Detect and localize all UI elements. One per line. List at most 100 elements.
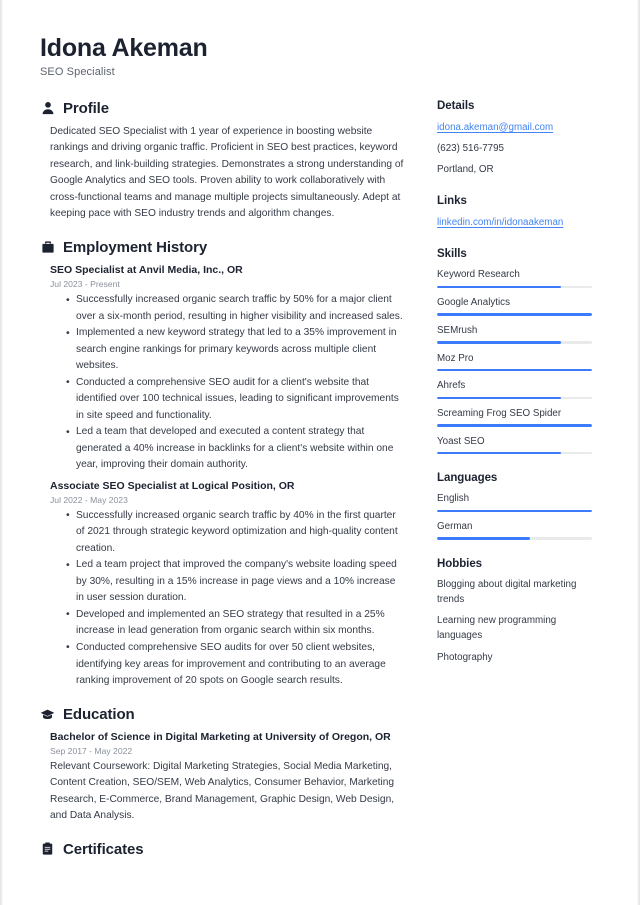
- skill-item: Keyword Research: [437, 268, 592, 289]
- language-meter-fill: [437, 509, 592, 513]
- resume-header: Idona Akeman SEO Specialist: [40, 34, 600, 78]
- skill-label: Yoast SEO: [437, 435, 485, 447]
- section-title-education: Education: [63, 705, 135, 723]
- language-label: German: [437, 521, 473, 533]
- profile-text: Dedicated SEO Specialist with 1 year of …: [50, 125, 404, 220]
- skill-meter-fill: [437, 313, 592, 316]
- section-profile: Profile Dedicated SEO Specialist with 1 …: [40, 100, 405, 223]
- skill-label: Moz Pro: [437, 352, 474, 364]
- skill-meter-track: [437, 341, 592, 344]
- language-meter-fill: [437, 537, 530, 540]
- section-body-education: Bachelor of Science in Digital Marketing…: [40, 730, 405, 825]
- sidebar-title-links: Links: [437, 195, 467, 208]
- skill-meter-fill: [437, 424, 592, 427]
- skill-label: SEMrush: [437, 324, 478, 336]
- section-title-profile: Profile: [63, 99, 109, 117]
- skill-meter-fill: [437, 368, 592, 372]
- skill-label: Screaming Frog SEO Spider: [437, 408, 562, 420]
- briefcase-icon: [40, 240, 55, 255]
- sidebar-title-hobbies: Hobbies: [437, 557, 483, 570]
- section-header-profile: Profile: [40, 100, 405, 117]
- section-certificates: Certificates: [40, 841, 405, 858]
- hobby-item: Blogging about digital marketing trends: [437, 578, 577, 605]
- skill-label: Ahrefs: [437, 380, 466, 392]
- skill-meter-fill: [437, 285, 561, 289]
- skill-meter-track: [437, 313, 592, 316]
- skill-item: Moz Pro: [437, 352, 592, 372]
- graduation-cap-icon: [40, 707, 55, 722]
- skill-item: Google Analytics: [437, 296, 592, 316]
- email-link[interactable]: idona.akeman@gmail.com: [437, 120, 592, 135]
- list-item: Led a team that developed and executed a…: [66, 424, 405, 474]
- skill-label: Google Analytics: [437, 297, 510, 309]
- section-employment-history: Employment History SEO Specialist at Anv…: [40, 239, 405, 690]
- sidebar-block-links: Links linkedin.com/in/idonaakeman: [437, 195, 592, 230]
- list-item: Successfully increased organic search tr…: [66, 292, 405, 325]
- section-body-employment: SEO Specialist at Anvil Media, Inc., OR …: [40, 263, 405, 690]
- skill-item: Screaming Frog SEO Spider: [437, 407, 592, 427]
- employment-entry: SEO Specialist at Anvil Media, Inc., OR …: [50, 263, 405, 474]
- section-header-certificates: Certificates: [40, 841, 405, 858]
- hobby-item: Photography: [437, 651, 493, 663]
- language-item: German: [437, 520, 592, 540]
- skill-item: Ahrefs: [437, 379, 592, 400]
- main-column: Profile Dedicated SEO Specialist with 1 …: [40, 100, 405, 874]
- section-title-certificates: Certificates: [63, 840, 144, 858]
- phone-number: (623) 516-7795: [437, 142, 504, 154]
- candidate-job-title: SEO Specialist: [40, 65, 115, 78]
- skill-meter-track: [437, 396, 592, 400]
- sidebar-block-languages: Languages English German: [437, 472, 592, 540]
- employment-entry-bullets: Successfully increased organic search tr…: [50, 507, 405, 690]
- list-item: Developed and implemented an SEO strateg…: [66, 606, 405, 640]
- sidebar-block-details: Details idona.akeman@gmail.com (623) 516…: [437, 100, 592, 178]
- language-meter-track: [437, 537, 592, 540]
- skill-item: Yoast SEO: [437, 435, 592, 455]
- skill-meter-track: [437, 368, 592, 372]
- list-item: Implemented a new keyword strategy that …: [66, 325, 405, 375]
- list-item: Conducted comprehensive SEO audits for o…: [66, 639, 405, 690]
- location-text: Portland, OR: [437, 164, 494, 176]
- skill-item: SEMrush: [437, 324, 592, 344]
- education-entry-date: Sep 2017 - May 2022: [50, 745, 133, 756]
- section-title-employment: Employment History: [63, 238, 208, 256]
- language-item: English: [437, 492, 592, 513]
- certificate-icon: [40, 842, 55, 857]
- skill-meter-track: [437, 285, 592, 289]
- skill-meter-fill: [437, 341, 561, 344]
- employment-entry: Associate SEO Specialist at Logical Posi…: [50, 479, 405, 690]
- education-entry-title: Bachelor of Science in Digital Marketing…: [50, 730, 391, 743]
- employment-entry-title: Associate SEO Specialist at Logical Posi…: [50, 479, 295, 492]
- section-header-education: Education: [40, 706, 405, 723]
- language-meter-track: [437, 509, 592, 513]
- sidebar-column: Details idona.akeman@gmail.com (623) 516…: [437, 100, 592, 684]
- skill-meter-fill: [437, 451, 561, 455]
- resume-columns: Profile Dedicated SEO Specialist with 1 …: [40, 100, 600, 874]
- employment-entry-date: Jul 2023 - Present: [50, 279, 120, 290]
- education-entry: Bachelor of Science in Digital Marketing…: [50, 730, 405, 825]
- list-item: Conducted a comprehensive SEO audit for …: [66, 374, 405, 425]
- person-icon: [40, 101, 55, 116]
- skill-meter-track: [437, 451, 592, 455]
- sidebar-title-languages: Languages: [437, 472, 498, 485]
- language-label: English: [437, 493, 470, 505]
- sidebar-title-skills: Skills: [437, 248, 467, 261]
- sidebar-block-skills: Skills Keyword Research Google Analytics…: [437, 248, 592, 455]
- employment-entry-date: Jul 2022 - May 2023: [50, 494, 128, 505]
- employment-entry-bullets: Successfully increased organic search tr…: [50, 292, 405, 474]
- section-education: Education Bachelor of Science in Digital…: [40, 706, 405, 825]
- skill-meter-track: [437, 424, 592, 427]
- hobby-item: Learning new programming languages: [437, 615, 557, 641]
- skill-meter-fill: [437, 396, 561, 400]
- section-header-employment: Employment History: [40, 239, 405, 256]
- sidebar-block-hobbies: Hobbies Blogging about digital marketing…: [437, 558, 592, 665]
- list-item: Successfully increased organic search tr…: [66, 507, 405, 558]
- education-entry-description: Relevant Coursework: Digital Marketing S…: [50, 760, 395, 822]
- resume-page: Idona Akeman SEO Specialist Profile Dedi…: [0, 0, 640, 905]
- linkedin-link[interactable]: linkedin.com/in/idonaakeman: [437, 215, 592, 230]
- skill-label: Keyword Research: [437, 269, 520, 281]
- employment-entry-title: SEO Specialist at Anvil Media, Inc., OR: [50, 263, 243, 276]
- section-body-profile: Dedicated SEO Specialist with 1 year of …: [40, 124, 405, 223]
- list-item: Led a team project that improved the com…: [66, 557, 405, 607]
- candidate-name: Idona Akeman: [40, 34, 208, 62]
- sidebar-title-details: Details: [437, 99, 475, 112]
